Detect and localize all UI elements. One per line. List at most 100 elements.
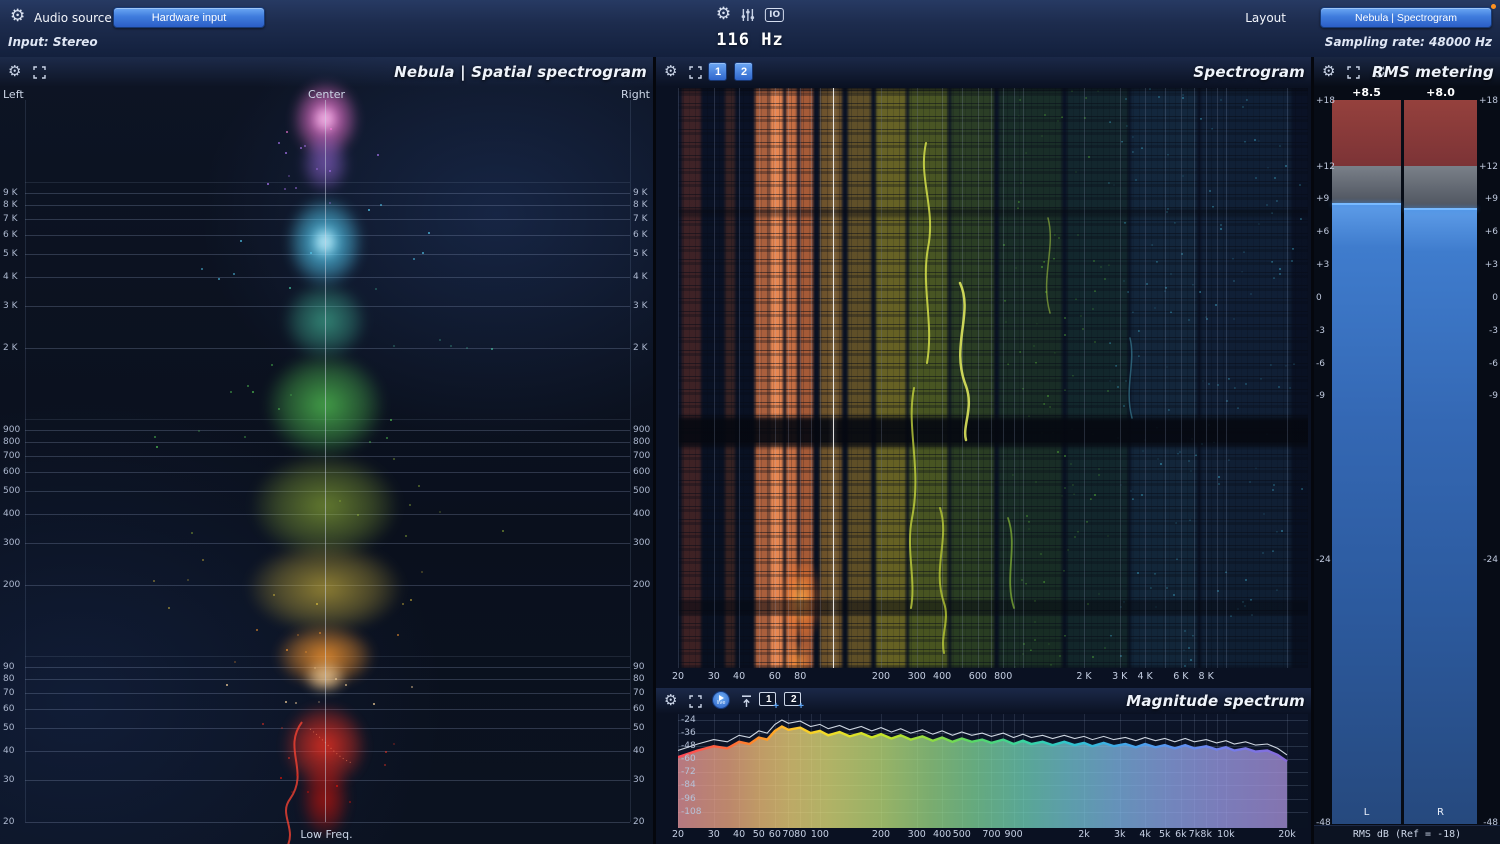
meter-red-zone [1404,100,1477,166]
meter-gray-zone [1332,166,1401,204]
freq-tick-label-left: 90 [3,662,14,672]
freq-tick-label-right: 80 [633,674,644,684]
speckle [218,278,220,280]
freq-tick-label-left: 20 [3,817,14,827]
rms-scale-label-right: -6 [1489,359,1498,369]
speckle [314,667,316,669]
axis-tick-label: 80 [794,829,806,840]
spectrogram-settings-gear-icon[interactable]: ⚙ [664,64,677,79]
magnitude-frequency-axis: 20 30 40 50 60 70 80 100 200 300 400 500 700 900 2k 3k 4… [678,829,1308,843]
freq-tick-label-right: 300 [633,538,650,548]
freq-tick-label-left: 70 [3,688,14,698]
magnitude-panel-header: ⚙ live 1 + 2 + Magnitude spectrum [656,688,1311,714]
magnitude-spectrum-plot[interactable]: -24 -36 -48 -60 -72 -84 -96 -108 [678,714,1308,828]
speckle [316,603,318,605]
magnitude-settings-gear-icon[interactable]: ⚙ [664,693,677,708]
axis-tick-label: 200 [872,829,890,840]
axis-tick-label: 800 [994,671,1012,682]
meter-value-line [1332,203,1401,205]
speckle [336,785,338,787]
db-tick-label: -60 [681,754,696,764]
freq-tick-label-right: 50 [633,723,644,733]
freq-tick-label-right: 500 [633,486,650,496]
rms-scale-label-left: +12 [1316,162,1335,172]
spectrogram-plot[interactable] [678,88,1308,668]
frequency-readout: 116 Hz [716,30,783,50]
spatial-spectrogram-plot[interactable]: Low Freq. 9 K9 K8 K8 K7 K7 K6 K6 K5 K5 K… [0,57,653,844]
axis-tick-label: 4k [1139,829,1151,840]
freq-tick-label-left: 200 [3,580,20,590]
speckle [418,485,420,487]
layout-preset-button[interactable]: Nebula | Spectrogram [1320,7,1492,28]
curve-2-label: 2 [791,694,797,705]
io-icon[interactable]: IO [765,8,784,22]
rms-scale-label-right: +9 [1485,194,1498,204]
center-channel-label: Center [0,88,653,101]
add-curve-1-icon[interactable]: + [773,701,779,713]
speckle [397,634,399,636]
rms-scale-label-right: +3 [1485,260,1498,270]
axis-tick-label: 2 K [1076,671,1091,682]
hardware-input-button[interactable]: Hardware input [113,7,265,28]
freq-tick-label-left: 500 [3,486,20,496]
rms-settings-gear-icon[interactable]: ⚙ [1322,64,1335,79]
magnitude-curve-1-button[interactable]: 1 + [759,692,776,706]
rms-scale-label-left: -9 [1316,391,1325,401]
speckle [318,701,320,703]
magnitude-spectrum-chart [678,714,1308,828]
live-button[interactable]: live [712,691,730,709]
db-tick-label: -48 [681,741,696,751]
speckle [284,188,286,190]
freq-tick-label-left: 5 K [3,249,18,259]
rms-meters: L R +18 +18 +12 +12 +9 +9 +6 +6 +3 +3 0 0 -3 -3 -6 -6 -9… [1314,57,1500,844]
speckle [262,723,264,725]
freq-tick-label-left: 2 K [3,343,18,353]
axis-tick-label: 4 K [1137,671,1152,682]
audio-source-label: Audio source [34,11,112,25]
peak-hold-icon[interactable] [740,694,753,708]
freq-tick-label-left: 600 [3,467,20,477]
spectrogram-fullscreen-icon[interactable] [689,66,702,79]
speckle [330,128,332,130]
channel-label-left: L [1332,807,1401,818]
axis-tick-label: 3 K [1112,671,1127,682]
audio-source-gear-icon[interactable]: ⚙ [10,8,25,25]
display-settings-gear-icon[interactable]: ⚙ [716,6,731,23]
live-label: live [717,701,726,706]
low-freq-label: Low Freq. [0,828,653,841]
spectrogram-view-2-button[interactable]: 2 [734,62,753,81]
axis-tick-label: 600 [969,671,987,682]
freq-tick-label-left: 30 [3,775,14,785]
axis-tick-label: 60 [769,671,781,682]
rms-scale-label-right: +6 [1485,227,1498,237]
db-tick-label: -108 [681,807,701,817]
freq-tick-label-right: 9 K [633,188,648,198]
speckle [373,703,375,705]
add-curve-2-icon[interactable]: + [798,701,804,713]
freq-tick-label-right: 40 [633,746,644,756]
speckle [288,175,290,177]
speckle [247,385,249,387]
speckle [439,511,441,513]
magnitude-curve-2-button[interactable]: 2 + [784,692,801,706]
speckle [307,791,309,793]
spatial-panel-title: Nebula | Spatial spectrogram [394,63,647,81]
speckle [357,514,359,516]
freq-tick-label-right: 5 K [633,249,648,259]
freq-tick-label-left: 300 [3,538,20,548]
sliders-icon[interactable] [740,7,756,23]
rms-readout-left: +8.5 [1332,86,1401,99]
speckle [280,777,282,779]
spatial-fullscreen-icon[interactable] [33,66,46,79]
rms-fullscreen-icon[interactable] [1347,66,1360,79]
rms-footer: RMS dB (Ref = -18) [1314,825,1500,844]
magnitude-fullscreen-icon[interactable] [689,695,702,708]
spectrogram-view-1-button[interactable]: 1 [708,62,727,81]
speckle [296,774,298,776]
speckle [410,599,412,601]
freq-tick-label-left: 9 K [3,188,18,198]
spatial-settings-gear-icon[interactable]: ⚙ [8,64,21,79]
axis-tick-label: 500 [953,829,971,840]
freq-tick-label-left: 7 K [3,214,18,224]
freq-tick-label-left: 50 [3,723,14,733]
